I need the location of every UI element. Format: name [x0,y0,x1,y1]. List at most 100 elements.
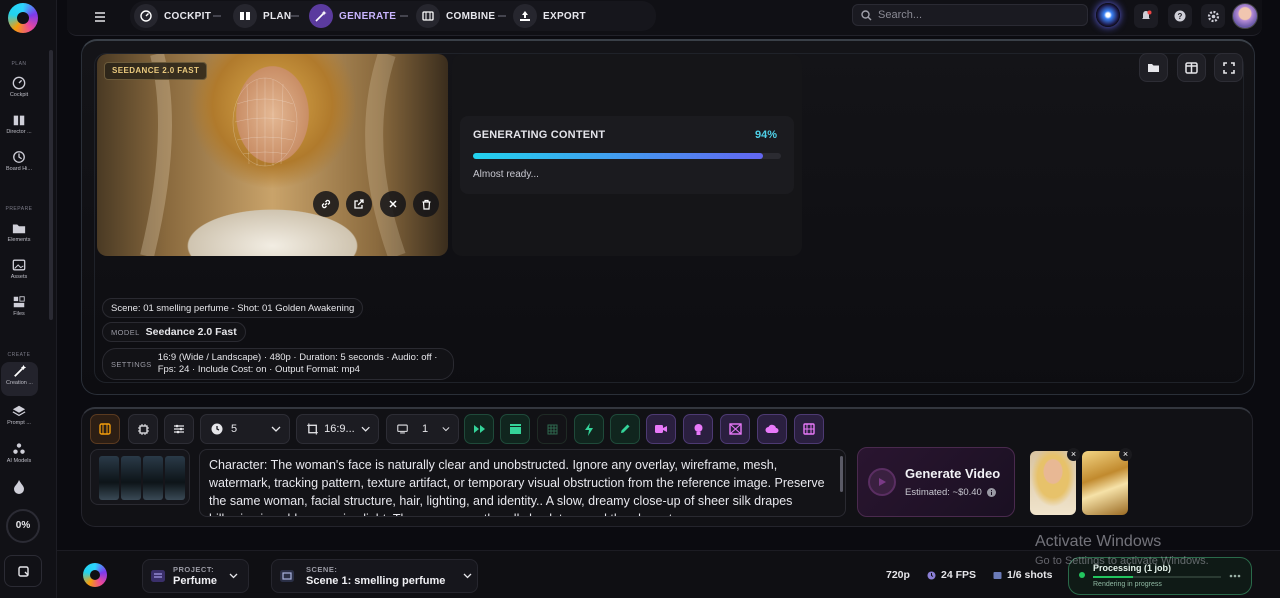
camera-button[interactable] [646,414,676,444]
generation-status-text: Almost ready... [473,169,539,180]
sidebar-item-label: Cockpit [9,92,29,98]
play-icon [868,468,896,496]
processing-subtitle: Rendering in progress [1093,581,1162,588]
aspect-ratio-select[interactable]: 16:9... [296,414,379,444]
hamburger-menu-icon[interactable] [92,9,108,25]
fast-forward-icon [473,425,485,433]
sidebar-item-ai-models[interactable]: AI Models [0,440,38,474]
shots-icon [993,571,1002,579]
external-link-icon [354,199,364,209]
split-view-button[interactable] [1177,53,1206,82]
search-input[interactable] [878,9,1078,21]
video-mode-button[interactable] [90,414,120,444]
scene-select[interactable]: SCENE: Scene 1: smelling perfume [271,559,478,593]
lightbulb-icon [694,423,702,435]
folder-icon [12,224,26,234]
output-count-select[interactable]: 1 [386,414,459,444]
sidebar-item-label: Assets [10,274,28,280]
app-logo[interactable] [8,3,38,33]
remove-reference-icon[interactable]: × [1067,448,1080,461]
storyboard-button[interactable] [794,414,824,444]
top-bar: COCKPIT PLAN GENERATE COMBINE EXPORT ? [67,0,1262,36]
edit-button[interactable] [610,414,640,444]
sidebar-item-creation[interactable]: Creation ... [1,362,38,396]
grid-button[interactable] [537,414,567,444]
delete-button[interactable] [413,191,439,217]
open-external-button[interactable] [346,191,372,217]
app-logo-small[interactable] [83,563,107,587]
processing-progress [1093,576,1221,578]
step-export[interactable]: EXPORT [513,4,586,28]
scene-shot-text: Scene: 01 smelling perfume - Shot: 01 Go… [111,302,355,314]
reference-image-1[interactable]: × [1030,448,1080,515]
ai-assistant-orb[interactable] [1096,3,1120,27]
generating-percent: 94% [755,129,778,141]
sidebar-item-director[interactable]: Director ... [0,111,38,145]
settings-chip: SETTINGS 16:9 (Wide / Landscape) · 480p … [102,348,454,380]
resolution-stat: 720p [886,569,910,581]
more-icon[interactable] [1229,574,1241,578]
book-icon [233,4,257,28]
generate-estimate: Estimated: ~$0.40 [905,487,996,498]
step-label: COMBINE [446,10,496,22]
info-icon[interactable] [986,488,996,497]
sidebar-scrollbar[interactable] [49,50,53,320]
sidebar-item-label: Prompt ... [7,420,31,426]
help-button[interactable]: ? [1168,4,1192,28]
fast-forward-button[interactable] [464,414,494,444]
project-select[interactable]: PROJECT: Perfume [142,559,249,593]
model-select-button[interactable] [128,414,158,444]
notifications-button[interactable] [1134,4,1158,28]
sidebar-item-prompt[interactable]: Prompt ... [0,402,38,436]
adjustments-button[interactable] [164,414,194,444]
step-label: COCKPIT [164,10,212,22]
open-folder-button[interactable] [1139,53,1168,82]
fullscreen-button[interactable] [1214,53,1243,82]
close-button[interactable] [380,191,406,217]
step-combine[interactable]: COMBINE [416,4,495,28]
idea-button[interactable] [683,414,713,444]
sidebar-item-elements[interactable]: Elements [0,219,38,253]
remove-reference-icon[interactable]: × [1119,448,1132,461]
chevron-down-icon [361,426,370,432]
clapper-button[interactable] [500,414,530,444]
generated-image-preview[interactable] [97,54,448,256]
search-box[interactable] [852,4,1088,26]
sidebar-item-board-history[interactable]: Board Hi... [0,148,38,182]
prompt-input[interactable]: Character: The woman's face is naturally… [199,449,846,517]
step-plan[interactable]: PLAN [233,4,291,28]
prompt-text[interactable]: Character: The woman's face is naturally… [209,456,831,516]
help-icon: ? [1174,10,1186,22]
user-avatar[interactable] [1232,3,1258,29]
step-separator [213,15,221,17]
chip-icon [137,423,149,435]
chevron-down-icon [271,426,281,432]
step-cockpit[interactable]: COCKPIT [134,4,211,28]
link-button[interactable] [313,191,339,217]
sidebar-item-files[interactable]: Files [0,293,38,327]
duration-select[interactable]: 5 [200,414,290,444]
step-separator [291,15,299,17]
generation-progress-fill [473,153,763,159]
sidebar-collapse-button[interactable] [4,555,42,587]
frame-button[interactable] [720,414,750,444]
reference-image-2[interactable]: × [1082,448,1132,515]
sidebar-item-assets[interactable]: Assets [0,256,38,290]
fullscreen-icon [1222,61,1235,74]
history-icon [13,151,25,163]
settings-button[interactable] [1201,4,1225,28]
reference-card [165,456,185,500]
cloud-button[interactable] [757,414,787,444]
reference-storyboard-thumbnail[interactable] [90,449,190,505]
estimate-text: Estimated: ~$0.40 [905,487,982,498]
lightning-button[interactable] [574,414,604,444]
lightning-icon [585,422,593,436]
sidebar-item-label: Director ... [6,129,32,135]
flame-icon[interactable] [13,480,25,494]
prompt-scrollbar[interactable] [840,456,843,492]
sidebar-item-cockpit[interactable]: Cockpit [0,74,38,108]
step-generate[interactable]: GENERATE [309,4,396,28]
resolution-value: 720p [886,569,910,581]
layers-icon [12,405,26,417]
image-icon [12,259,26,271]
